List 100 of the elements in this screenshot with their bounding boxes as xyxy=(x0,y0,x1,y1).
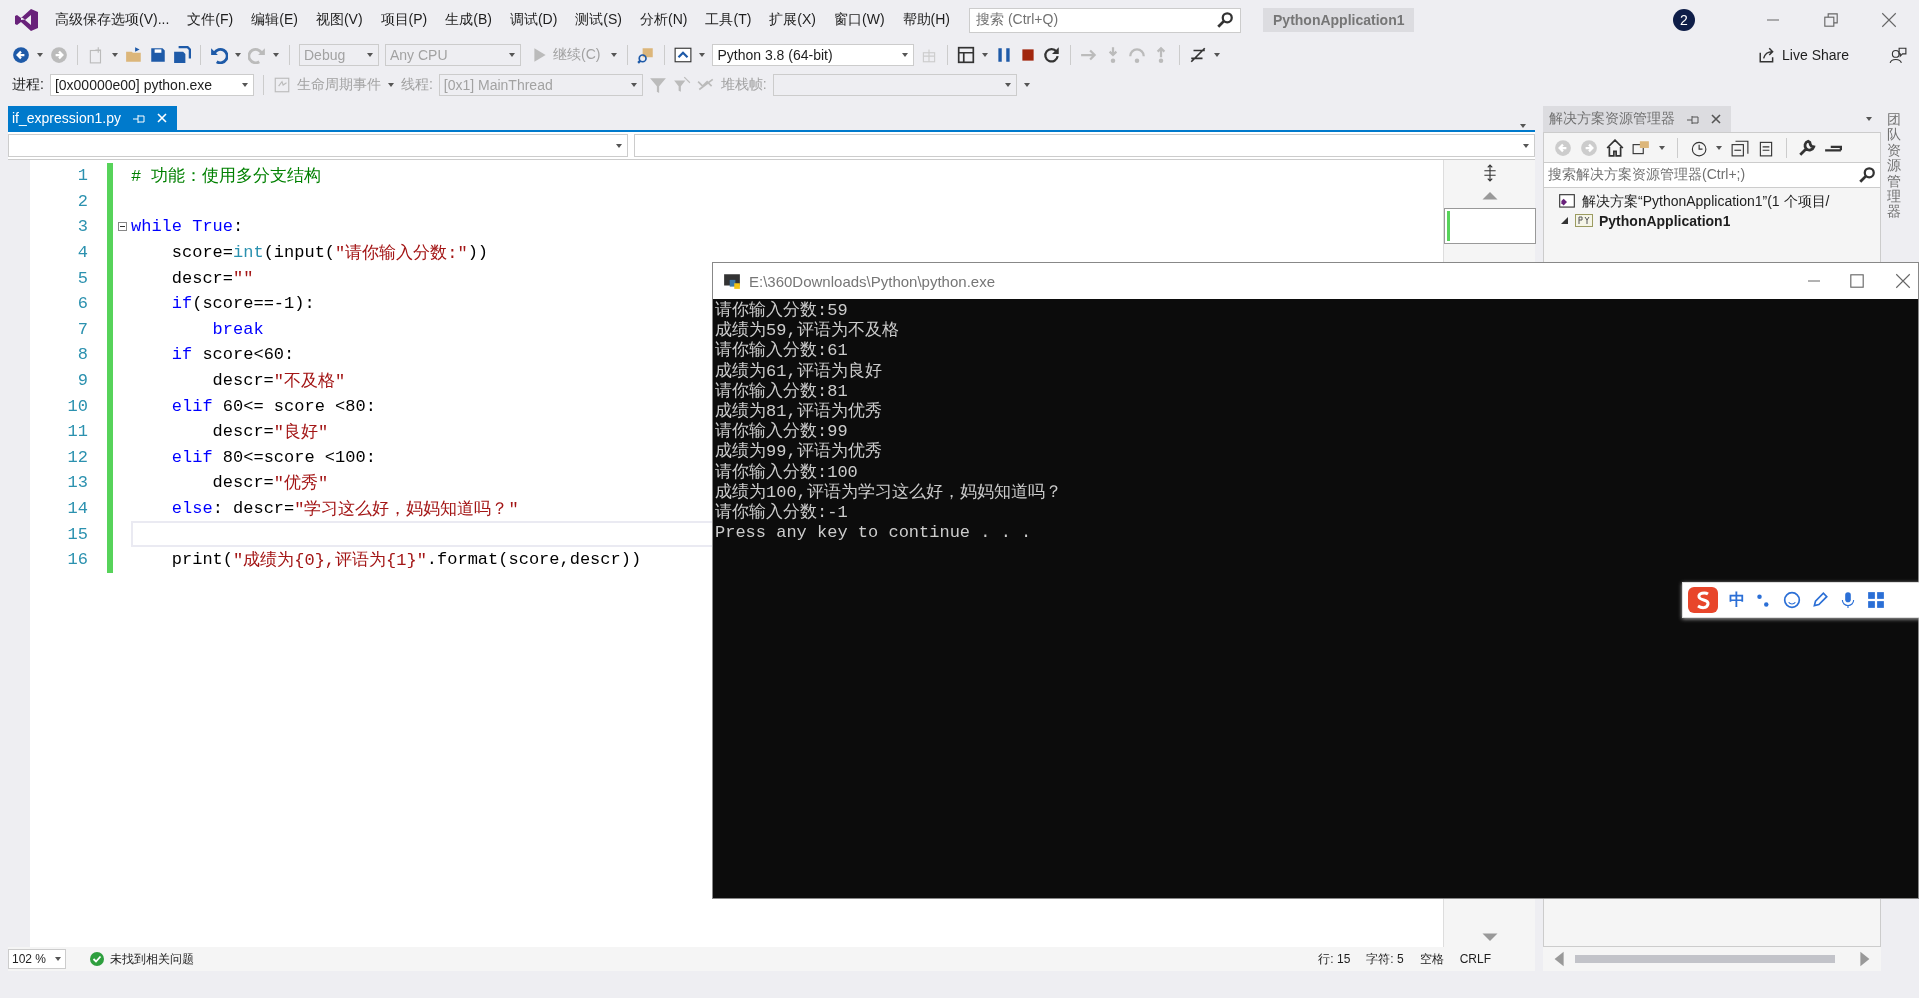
code-line: # 功能：使用多分支结构 xyxy=(131,166,322,189)
expanded-arrow-icon[interactable] xyxy=(1560,216,1569,225)
console-output-line: Press any key to continue . . . xyxy=(715,523,1033,544)
console-output-line: 成绩为100,评语为学习这么好，妈妈知道吗？ xyxy=(715,482,1063,503)
code-line: if score<60: xyxy=(170,344,295,367)
find-in-files-icon[interactable] xyxy=(637,46,656,64)
caret-icon xyxy=(36,51,44,59)
code-line: elif 80<=score <100: xyxy=(170,446,376,469)
dropdown-caret-icon[interactable] xyxy=(1519,122,1529,130)
menu-item[interactable]: 生成(B) xyxy=(436,11,501,29)
search-field[interactable]: 搜索 (Ctrl+Q) xyxy=(969,7,1241,33)
menu-item[interactable]: 分析(N) xyxy=(631,11,697,29)
browser-icon[interactable] xyxy=(674,46,693,64)
line-number: 16 xyxy=(66,550,88,570)
restart-icon[interactable] xyxy=(1043,46,1062,64)
check-icon xyxy=(90,952,104,966)
code-line: elif 60<= score <80: xyxy=(170,395,376,418)
line-number: 15 xyxy=(66,524,88,544)
python-icon xyxy=(723,272,741,290)
code-line: descr="" xyxy=(170,267,254,290)
console-output-line: 成绩为61,评语为良好 xyxy=(715,361,883,382)
maximize-icon[interactable] xyxy=(1848,272,1866,290)
switch-views-icon[interactable] xyxy=(1632,138,1650,157)
feedback-icon[interactable] xyxy=(1889,46,1907,64)
caret-icon xyxy=(366,51,374,59)
caret-icon xyxy=(111,51,119,59)
indent-indicator[interactable]: 空格 xyxy=(1419,950,1444,968)
microphone-icon[interactable] xyxy=(1839,591,1857,609)
collapse-all-icon[interactable] xyxy=(1731,138,1749,157)
input-mode-toggle[interactable]: 中 xyxy=(1729,589,1745,611)
close-icon xyxy=(1880,11,1898,29)
console-title: E:\360Downloads\Python\python.exe xyxy=(749,272,995,290)
caret-icon xyxy=(901,51,910,59)
menu-item[interactable]: 窗口(W) xyxy=(825,11,894,29)
caret-icon xyxy=(508,51,516,59)
dropdown-caret-icon[interactable] xyxy=(1865,115,1875,123)
tree-item[interactable]: PythonApplication1 xyxy=(1575,211,1731,230)
line-indicator[interactable]: 行: 15 xyxy=(1318,950,1351,968)
notification-badge[interactable]: 2 xyxy=(1673,9,1695,31)
live-share-button[interactable]: Live Share xyxy=(1752,45,1855,65)
tree-item[interactable]: 解决方案“PythonApplication1”(1 个项目/ xyxy=(1558,192,1880,211)
console-output-line: 请你输入分数:99 xyxy=(715,422,849,442)
back-icon[interactable] xyxy=(12,46,30,64)
ime-logo-icon[interactable] xyxy=(1687,586,1719,614)
code-line: score=int(input("请你输入分数:")) xyxy=(170,242,489,266)
console-output-line: 请你输入分数:100 xyxy=(715,462,859,483)
column-indicator[interactable]: 字符: 5 xyxy=(1366,950,1404,968)
console-output-line: 请你输入分数:61 xyxy=(715,341,849,362)
menu-item[interactable]: 高级保存选项(V)... xyxy=(46,11,179,29)
menu-item[interactable]: 视图(V) xyxy=(306,11,372,29)
wrench-icon[interactable] xyxy=(1798,138,1816,157)
menu-item[interactable]: 测试(S) xyxy=(566,11,632,29)
line-number: 4 xyxy=(76,243,88,263)
issues-status[interactable]: 未找到相关问题 xyxy=(110,950,194,968)
menu-item[interactable]: 扩展(X) xyxy=(760,11,826,29)
grid-icon[interactable] xyxy=(1867,591,1885,609)
document-tab[interactable]: if_expression1.py xyxy=(8,106,177,130)
menu-item[interactable]: 文件(F) xyxy=(178,11,243,29)
console-output-line: 请你输入分数:-1 xyxy=(715,503,849,524)
home-icon[interactable] xyxy=(1606,138,1624,157)
open-folder-icon[interactable] xyxy=(125,46,143,64)
collapse-icon[interactable] xyxy=(117,222,127,232)
caret-icon xyxy=(1522,141,1530,150)
menu-item[interactable]: 调试(D) xyxy=(500,11,567,29)
line-number: 6 xyxy=(76,294,88,314)
undo-icon[interactable] xyxy=(210,46,228,64)
close-icon[interactable] xyxy=(1709,112,1723,126)
process-dropdown[interactable]: [0x00000e00] python.exe xyxy=(49,74,254,96)
line-number: 7 xyxy=(76,319,88,339)
menu-item[interactable]: 项目(P) xyxy=(371,11,437,29)
layout-icon[interactable] xyxy=(957,46,976,64)
code-line: descr="优秀" xyxy=(211,472,329,496)
save-icon[interactable] xyxy=(149,46,167,64)
environment-dropdown[interactable]: Python 3.8 (64-bit) xyxy=(712,44,915,66)
hex-icon[interactable] xyxy=(1189,46,1208,64)
code-line: descr="良好" xyxy=(211,421,329,445)
line-number: 5 xyxy=(76,268,88,288)
solution-name: PythonApplication1 xyxy=(1263,8,1415,32)
console-output-line: 成绩为59,评语为不及格 xyxy=(715,321,900,341)
menu-item[interactable]: 帮助(H) xyxy=(893,11,959,29)
emoji-icon[interactable] xyxy=(1783,591,1801,609)
caret-icon xyxy=(981,51,990,59)
close-icon[interactable] xyxy=(1894,272,1912,290)
menu-item[interactable]: 编辑(E) xyxy=(242,11,307,29)
close-icon[interactable] xyxy=(154,111,169,125)
code-line: descr="不及格" xyxy=(211,370,346,394)
zoom-dropdown[interactable]: 102 % xyxy=(8,949,66,969)
caret-icon xyxy=(234,51,242,59)
save-all-icon[interactable] xyxy=(173,46,191,64)
scrollbar-thumb[interactable] xyxy=(1575,955,1835,963)
side-panel-tab[interactable]: 团队资源管理器 xyxy=(1887,112,1901,220)
line-number: 12 xyxy=(66,447,88,467)
search-icon xyxy=(1858,166,1876,184)
line-ending-indicator[interactable]: CRLF xyxy=(1459,952,1491,966)
search-field[interactable]: 搜索解决方案资源管理器(Ctrl+;) xyxy=(1543,162,1881,188)
thread-label: 线程: xyxy=(400,76,433,94)
code-line: while True: xyxy=(131,216,244,239)
pen-icon[interactable] xyxy=(1811,591,1829,609)
share-icon xyxy=(1758,46,1777,64)
menu-item[interactable]: 工具(T) xyxy=(696,11,761,29)
